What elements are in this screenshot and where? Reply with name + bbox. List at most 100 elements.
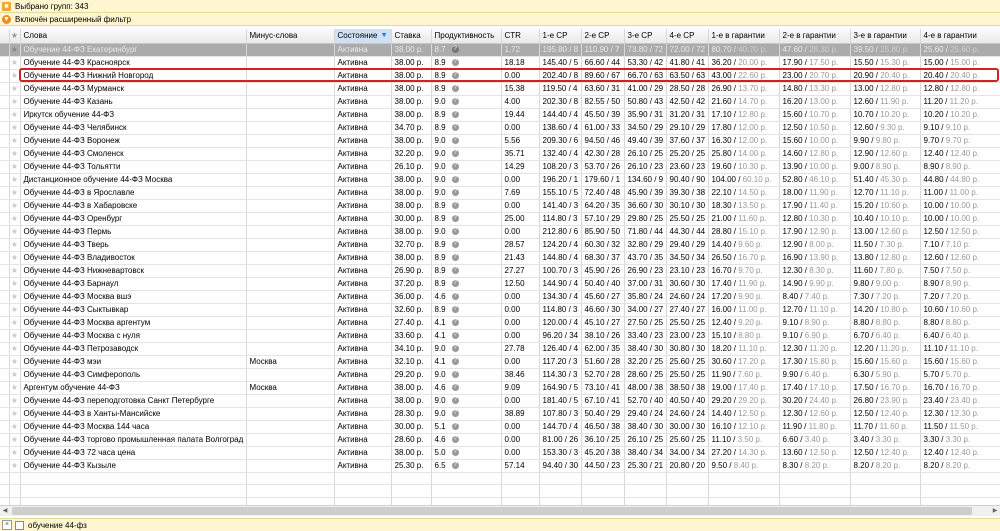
row-star-cell[interactable]: ★ [9, 433, 21, 447]
table-row[interactable]: ★ Обучение 44-ФЗ Красноярск Активна 38.00 р… [0, 56, 1000, 70]
help-icon[interactable]: ? [451, 344, 459, 352]
column-header-sp1[interactable]: 1-е СР [539, 29, 582, 44]
help-icon[interactable]: ? [451, 266, 459, 274]
row-checkbox-cell[interactable] [0, 173, 10, 187]
column-header-guarantee4[interactable]: 4-е в гарантии [920, 29, 1000, 44]
star-column-header[interactable]: ★ [9, 29, 21, 44]
row-checkbox-cell[interactable] [0, 407, 10, 421]
row-checkbox-cell[interactable] [0, 108, 10, 122]
row-checkbox-cell[interactable] [0, 69, 10, 83]
help-icon[interactable]: ? [451, 110, 459, 118]
help-icon[interactable]: ? [451, 370, 459, 378]
column-header-words[interactable]: Слова [20, 29, 247, 44]
row-checkbox-cell[interactable] [0, 459, 10, 473]
help-icon[interactable]: ? [451, 448, 459, 456]
column-header-guarantee1[interactable]: 1-е в гарантии [708, 29, 780, 44]
column-header-guarantee2[interactable]: 2-е в гарантии [779, 29, 851, 44]
close-filter-icon[interactable]: × [2, 520, 12, 530]
row-checkbox-cell[interactable] [0, 420, 10, 434]
filter-checkbox[interactable] [15, 520, 24, 530]
help-icon[interactable]: ? [451, 227, 459, 235]
row-checkbox-cell[interactable] [0, 316, 10, 330]
row-checkbox-cell[interactable] [0, 199, 10, 213]
row-star-cell[interactable]: ★ [9, 56, 21, 70]
table-row[interactable]: ★ Обучение 44-ФЗ Нижневартовск Активна 26.9… [0, 264, 1000, 278]
table-row[interactable]: ★ Обучение 44-ФЗ Тольятти Активна 26.10 р. 9… [0, 160, 1000, 174]
table-row[interactable]: ★ Обучение 44-ФЗ Москва аргентум Активна 27… [0, 316, 1000, 330]
table-row[interactable]: ★ Обучение 44-ФЗ Пермь Активна 38.00 р. 9.0?… [0, 225, 1000, 239]
scroll-right-icon[interactable]: ▶ [990, 506, 1000, 516]
column-header-ctr[interactable]: CTR [501, 29, 540, 44]
row-checkbox-cell[interactable] [0, 446, 10, 460]
help-icon[interactable]: ? [451, 201, 459, 209]
row-star-cell[interactable]: ★ [9, 407, 21, 421]
help-icon[interactable]: ? [451, 409, 459, 417]
row-star-cell[interactable]: ★ [9, 69, 21, 83]
table-row[interactable]: ★ Аргентум обучение 44-ФЗ Москва Активна 38.… [0, 381, 1000, 395]
row-star-cell[interactable]: ★ [9, 251, 21, 265]
row-checkbox-cell[interactable] [0, 264, 10, 278]
row-star-cell[interactable]: ★ [9, 173, 21, 187]
row-checkbox-cell[interactable] [0, 147, 10, 161]
help-icon[interactable]: ? [451, 123, 459, 131]
column-header-guarantee3[interactable]: 3-е в гарантии [850, 29, 921, 44]
row-star-cell[interactable]: ★ [9, 108, 21, 122]
table-row[interactable]: ★ Обучение 44-ФЗ 72 часа цена Активна 38.00… [0, 446, 1000, 460]
row-star-cell[interactable]: ★ [9, 446, 21, 460]
row-star-cell[interactable]: ★ [9, 355, 21, 369]
table-row[interactable]: ★ Обучение 44-ФЗ в Ханты-Мансийске Активна… [0, 407, 1000, 421]
help-icon[interactable]: ? [451, 396, 459, 404]
help-icon[interactable]: ? [451, 97, 459, 105]
table-row[interactable]: ★ Обучение 44-ФЗ Казань Активна 38.00 р. 9.0… [0, 95, 1000, 109]
row-star-cell[interactable]: ★ [9, 147, 21, 161]
row-star-cell[interactable]: ★ [9, 95, 21, 109]
row-star-cell[interactable]: ★ [9, 277, 21, 291]
row-star-cell[interactable]: ★ [9, 212, 21, 226]
column-header-productivity[interactable]: Продуктивность [431, 29, 502, 44]
row-star-cell[interactable]: ★ [9, 264, 21, 278]
filter-info-bar[interactable]: ▼ Включён расширенный фильтр [0, 13, 1000, 26]
table-row[interactable]: ★ Обучение 44-ФЗ Челябинск Активна 34.70 р.… [0, 121, 1000, 135]
help-icon[interactable]: ? [451, 162, 459, 170]
table-row[interactable]: ★ Обучение 44-ФЗ в Хабаровске Активна 38.00… [0, 199, 1000, 213]
row-star-cell[interactable]: ★ [9, 225, 21, 239]
help-icon[interactable]: ? [451, 84, 459, 92]
table-row[interactable]: ★ Обучение 44-ФЗ Воронеж Активна 38.00 р. 9.… [0, 134, 1000, 148]
table-row[interactable]: ★ Обучение 44-ФЗ Оренбург Активна 30.00 р. 8… [0, 212, 1000, 226]
table-row[interactable]: ★ Обучение 44-ФЗ переподготовка Санкт Пет… [0, 394, 1000, 408]
row-checkbox-cell[interactable] [0, 56, 10, 70]
row-star-cell[interactable]: ★ [9, 316, 21, 330]
table-row[interactable]: ★ Обучение 44-ФЗ Москва с нуля Активна 33.6… [0, 329, 1000, 343]
help-icon[interactable]: ? [451, 461, 459, 469]
column-header-sp3[interactable]: 3-е СР [624, 29, 667, 44]
column-header-minus-words[interactable]: Минус-слова [246, 29, 335, 44]
row-star-cell[interactable]: ★ [9, 381, 21, 395]
row-star-cell[interactable]: ★ [9, 199, 21, 213]
help-icon[interactable]: ? [451, 240, 459, 248]
help-icon[interactable]: ? [451, 214, 459, 222]
column-header-bid[interactable]: Ставка [391, 29, 432, 44]
row-star-cell[interactable]: ★ [9, 160, 21, 174]
table-row[interactable]: ★ Обучение 44-ФЗ Петрозаводск Активна 34.10… [0, 342, 1000, 356]
table-row[interactable]: ★ Обучение 44-ФЗ мэи Москва Активна 32.10 р.… [0, 355, 1000, 369]
row-checkbox-cell[interactable] [0, 43, 10, 57]
table-row[interactable]: ★ Обучение 44-ФЗ торгово промышленная пал… [0, 433, 1000, 447]
row-star-cell[interactable]: ★ [9, 43, 21, 57]
row-star-cell[interactable]: ★ [9, 238, 21, 252]
row-star-cell[interactable]: ★ [9, 186, 21, 200]
row-star-cell[interactable]: ★ [9, 329, 21, 343]
help-icon[interactable]: ? [451, 188, 459, 196]
table-row[interactable]: ★ Обучение 44-ФЗ Екатеринбург Активна 38.00… [0, 43, 1000, 57]
groups-table-container[interactable]: ★ Слова Минус-слова Состояние ▼ Ставка Пр… [0, 29, 1000, 505]
column-header-sp4[interactable]: 4-е СР [666, 29, 709, 44]
help-icon[interactable]: ? [451, 253, 459, 261]
help-icon[interactable]: ? [451, 357, 459, 365]
row-checkbox-cell[interactable] [0, 160, 10, 174]
table-row[interactable]: ★ Обучение 44-ФЗ Мурманск Активна 38.00 р. 8… [0, 82, 1000, 96]
row-checkbox-cell[interactable] [0, 186, 10, 200]
row-checkbox-cell[interactable] [0, 277, 10, 291]
row-checkbox-cell[interactable] [0, 95, 10, 109]
row-checkbox-cell[interactable] [0, 238, 10, 252]
row-checkbox-cell[interactable] [0, 121, 10, 135]
row-checkbox-cell[interactable] [0, 212, 10, 226]
